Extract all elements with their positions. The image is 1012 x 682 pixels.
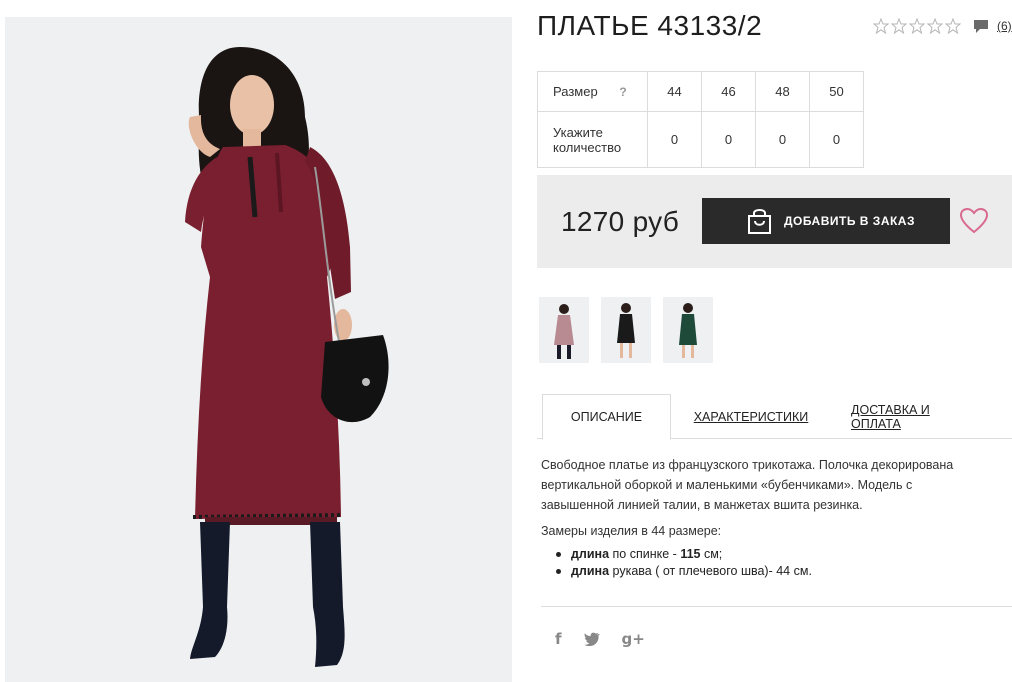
price: 1270 руб (561, 206, 680, 237)
shopping-bag-icon (748, 209, 771, 234)
measurements-title: Замеры изделия в 44 размере: (541, 524, 722, 538)
product-main-image[interactable] (5, 17, 512, 682)
divider (541, 606, 1012, 607)
thumbnail-green[interactable] (663, 297, 713, 363)
measurements-list: длина по спинке - 115 см; длина рукава (… (553, 546, 812, 580)
quantity-input[interactable]: 0 (809, 111, 864, 168)
size-option[interactable]: 50 (809, 71, 864, 112)
measurement-unit: см; (700, 547, 723, 561)
description-line: завышенной линией талии, в манжетах вшит… (541, 498, 863, 512)
star-icon[interactable] (891, 18, 907, 34)
measurement-bold: длина (571, 564, 610, 578)
size-option[interactable]: 46 (701, 71, 756, 112)
quantity-label-line2: количество (553, 139, 622, 155)
measurement-text: рукава ( от плечевого шва)- 44 см. (609, 564, 812, 578)
review-count-link[interactable]: (6) (997, 19, 1012, 33)
tab-characteristics[interactable]: ХАРАКТЕРИСТИКИ (693, 394, 809, 439)
price-box: 1270 руб ДОБАВИТЬ В ЗАКАЗ (537, 175, 1012, 268)
quantity-input[interactable]: 0 (647, 111, 702, 168)
star-icon[interactable] (873, 18, 889, 34)
thumbnail-burgundy[interactable] (539, 297, 589, 363)
measurement-bold: длина (571, 547, 610, 561)
measurement-text: по спинке - (609, 547, 681, 561)
google-plus-icon[interactable]: g+ (622, 630, 645, 648)
star-icon[interactable] (927, 18, 943, 34)
quantity-input[interactable]: 0 (701, 111, 756, 168)
heart-icon[interactable] (960, 208, 988, 234)
star-icon[interactable] (945, 18, 961, 34)
thumbnail-black[interactable] (601, 297, 651, 363)
measurement-item: длина по спинке - 115 см; (553, 546, 812, 563)
thumbnail-list (539, 297, 725, 363)
twitter-icon[interactable] (583, 632, 600, 646)
size-option[interactable]: 48 (755, 71, 810, 112)
add-to-order-label: ДОБАВИТЬ В ЗАКАЗ (784, 214, 915, 228)
product-tabs: ОПИСАНИЕ ХАРАКТЕРИСТИКИ ДОСТАВКА И ОПЛАТ… (537, 394, 1012, 440)
size-label-cell: Размер ? (537, 71, 648, 112)
description-line: вертикальной оборкой и маленькими «бубен… (541, 478, 913, 492)
quantity-input[interactable]: 0 (755, 111, 810, 168)
measurement-item: длина рукава ( от плечевого шва)- 44 см. (553, 563, 812, 580)
social-share: f g+ (555, 630, 667, 648)
quantity-label-line1: Укажите (553, 124, 603, 140)
product-title: ПЛАТЬЕ 43133/2 (537, 10, 763, 41)
description-line: Свободное платье из французского трикота… (541, 458, 954, 472)
rating: (6) (873, 18, 1012, 34)
facebook-icon[interactable]: f (555, 630, 562, 648)
comment-icon[interactable] (973, 18, 989, 34)
add-to-order-button[interactable]: ДОБАВИТЬ В ЗАКАЗ (702, 198, 950, 244)
tab-delivery-payment[interactable]: ДОСТАВКА И ОПЛАТА (851, 394, 979, 439)
product-details: ПЛАТЬЕ 43133/2 (6) Размер ? 44 46 48 50 … (537, 0, 1012, 682)
size-table: Размер ? 44 46 48 50 Укажите количество … (537, 71, 864, 168)
star-icon[interactable] (909, 18, 925, 34)
size-label: Размер (553, 84, 598, 99)
tab-description[interactable]: ОПИСАНИЕ (542, 394, 671, 440)
size-option[interactable]: 44 (647, 71, 702, 112)
product-description: Свободное платье из французского трикота… (541, 455, 991, 515)
help-icon[interactable]: ? (619, 85, 626, 99)
quantity-label-cell: Укажите количество (537, 111, 648, 168)
measurement-value: 115 (680, 547, 701, 561)
